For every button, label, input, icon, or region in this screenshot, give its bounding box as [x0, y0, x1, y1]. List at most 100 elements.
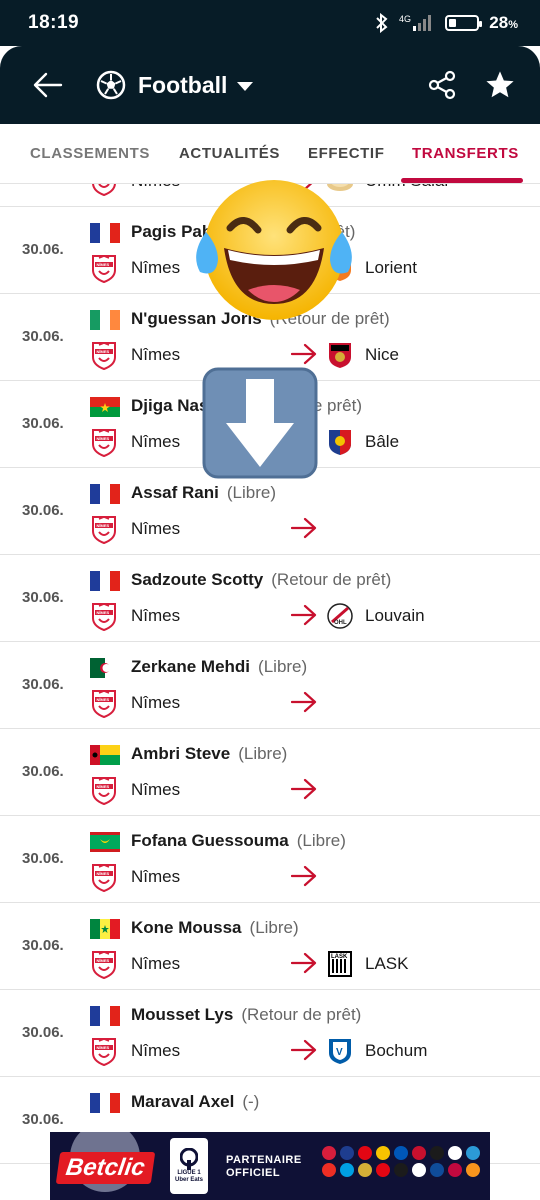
ligue1-emblem-icon — [180, 1148, 198, 1170]
transfer-row[interactable]: 30.06. Sadzoute Scotty (Retour de prêt) NÎM… — [0, 555, 540, 642]
svg-text:LASK: LASK — [331, 954, 348, 960]
network-type: 4G — [399, 14, 411, 24]
favorite-button[interactable] — [480, 65, 520, 105]
origin-club: Nîmes — [131, 780, 181, 799]
laughing-emoji — [196, 180, 352, 320]
tab-effectif[interactable]: EFFECTIF — [308, 145, 384, 162]
svg-text:NÎMES: NÎMES — [97, 610, 110, 615]
flag-mauritania-icon — [90, 832, 120, 852]
club-badge-icon — [412, 1163, 426, 1177]
transfer-arrow-icon — [290, 604, 317, 626]
down-arrow-emoji — [202, 367, 318, 479]
nimes-crest-icon: NÎMES — [91, 427, 117, 458]
svg-text:NÎMES: NÎMES — [97, 697, 110, 702]
destination-club: Bochum — [365, 1041, 428, 1060]
club-badge-icon — [376, 1146, 390, 1160]
origin-club: Nîmes — [131, 867, 181, 886]
player-name-text: Kone Moussa — [131, 918, 242, 937]
player-name-text: Assaf Rani — [131, 483, 219, 502]
club-badge-icon — [448, 1163, 462, 1177]
flag-france-icon — [90, 223, 120, 243]
destination-club: Nice — [365, 345, 400, 364]
transfer-date: 30.06. — [22, 328, 64, 345]
ligue1-text: LIGUE 1 Uber Eats — [174, 1170, 203, 1183]
flag-france-icon — [90, 571, 120, 591]
bochum-logo-icon: V — [326, 1037, 354, 1065]
transfer-row[interactable]: 30.06. Ambri Steve (Libre) NÎMES Nîmes — [0, 729, 540, 816]
nimes-crest-icon: NÎMES — [91, 514, 117, 545]
transfer-row[interactable]: 30.06. Mousset Lys (Retour de prêt) NÎMES Nî… — [0, 990, 540, 1077]
svg-text:NÎMES: NÎMES — [97, 436, 110, 441]
destination-club: Bâle — [365, 432, 400, 451]
ad-banner[interactable]: Betclic LIGUE 1 Uber Eats PARTENAIRE OFF… — [50, 1132, 490, 1200]
transfer-row[interactable]: 30.06. Assaf Rani (Libre) NÎMES Nîmes — [0, 468, 540, 555]
origin-club: Nîmes — [131, 606, 181, 625]
player-name[interactable]: Zerkane Mehdi (Libre) — [131, 657, 307, 677]
player-name[interactable]: Mousset Lys (Retour de prêt) — [131, 1005, 361, 1025]
basel-logo-icon — [326, 428, 354, 456]
player-name[interactable]: Kone Moussa (Libre) — [131, 918, 299, 938]
club-badge-icon — [376, 1163, 390, 1177]
betclic-logo: Betclic — [55, 1152, 155, 1184]
player-name[interactable]: Assaf Rani (Libre) — [131, 483, 276, 503]
lask-logo-icon: LASK — [326, 950, 354, 978]
transfer-type: (-) — [242, 1092, 260, 1111]
transfer-arrow-icon — [290, 1039, 317, 1061]
tab-transferts[interactable]: TRANSFERTS — [412, 145, 519, 162]
destination-club: Lorient — [365, 258, 417, 277]
club-badge-icon — [430, 1163, 444, 1177]
player-name[interactable]: Sadzoute Scotty (Retour de prêt) — [131, 570, 391, 590]
nimes-crest-icon: NÎMES — [91, 862, 117, 893]
transfer-date: 30.06. — [22, 502, 64, 519]
player-name[interactable]: Maraval Axel (-) — [131, 1092, 259, 1112]
transfer-arrow-icon — [290, 952, 317, 974]
player-name[interactable]: Ambri Steve (Libre) — [131, 744, 287, 764]
transfer-type: (Libre) — [238, 744, 288, 763]
origin-club: Nîmes — [131, 345, 181, 364]
active-tab-indicator — [401, 178, 523, 183]
player-name-text: Sadzoute Scotty — [131, 570, 264, 589]
nimes-crest-icon: NÎMES — [91, 688, 117, 719]
destination-club: LASK — [365, 954, 409, 973]
svg-text:OHL: OHL — [334, 620, 347, 626]
signal-icon: 4G — [399, 13, 435, 33]
player-name[interactable]: Fofana Guessouma (Libre) — [131, 831, 346, 851]
battery-icon — [445, 15, 483, 31]
share-button[interactable] — [422, 65, 462, 105]
svg-text:NÎMES: NÎMES — [97, 958, 110, 963]
transfer-arrow-icon — [290, 865, 317, 887]
player-name-text: Fofana Guessouma — [131, 831, 289, 850]
svg-text:NÎMES: NÎMES — [97, 871, 110, 876]
flag-senegal-icon — [90, 919, 120, 939]
transfer-row[interactable]: 30.06. Kone Moussa (Libre) NÎMES Nîmes LASK LA… — [0, 903, 540, 990]
flag-france-icon — [90, 1093, 120, 1113]
transfer-type: (Libre) — [296, 831, 346, 850]
player-name-text: Mousset Lys — [131, 1005, 234, 1024]
status-time: 18:19 — [28, 12, 80, 33]
transfer-type: (Libre) — [249, 918, 299, 937]
club-badge-icon — [412, 1146, 426, 1160]
transfer-date: 30.06. — [22, 415, 64, 432]
svg-text:V: V — [336, 1047, 343, 1058]
dropdown-caret-icon[interactable] — [237, 82, 254, 91]
sport-selector-title[interactable]: Football — [138, 72, 227, 99]
transfer-arrow-icon — [290, 691, 317, 713]
player-name-text: Ambri Steve — [131, 744, 231, 763]
transfer-date: 30.06. — [22, 1024, 64, 1041]
club-badge-icon — [394, 1146, 408, 1160]
tab-actualites[interactable]: ACTUALITÉS — [179, 145, 280, 162]
back-button[interactable] — [26, 63, 70, 107]
transfer-date: 30.06. — [22, 850, 64, 867]
nimes-crest-icon: NÎMES — [91, 253, 117, 284]
player-name-text: Zerkane Mehdi — [131, 657, 251, 676]
transfer-row[interactable]: 30.06. Zerkane Mehdi (Libre) NÎMES Nîmes — [0, 642, 540, 729]
tab-classements[interactable]: CLASSEMENTS — [30, 145, 150, 162]
app-bar: Football — [0, 46, 540, 124]
transfer-type: (Libre) — [226, 483, 276, 502]
status-bar: 18:19 4G 28% — [0, 0, 540, 46]
transfer-date: 30.06. — [22, 1111, 64, 1128]
ohl-logo-icon: OHL — [326, 602, 354, 630]
club-badge-icon — [394, 1163, 408, 1177]
transfer-row[interactable]: 30.06. Fofana Guessouma (Libre) NÎMES Nîmes — [0, 816, 540, 903]
transfer-arrow-icon — [290, 778, 317, 800]
